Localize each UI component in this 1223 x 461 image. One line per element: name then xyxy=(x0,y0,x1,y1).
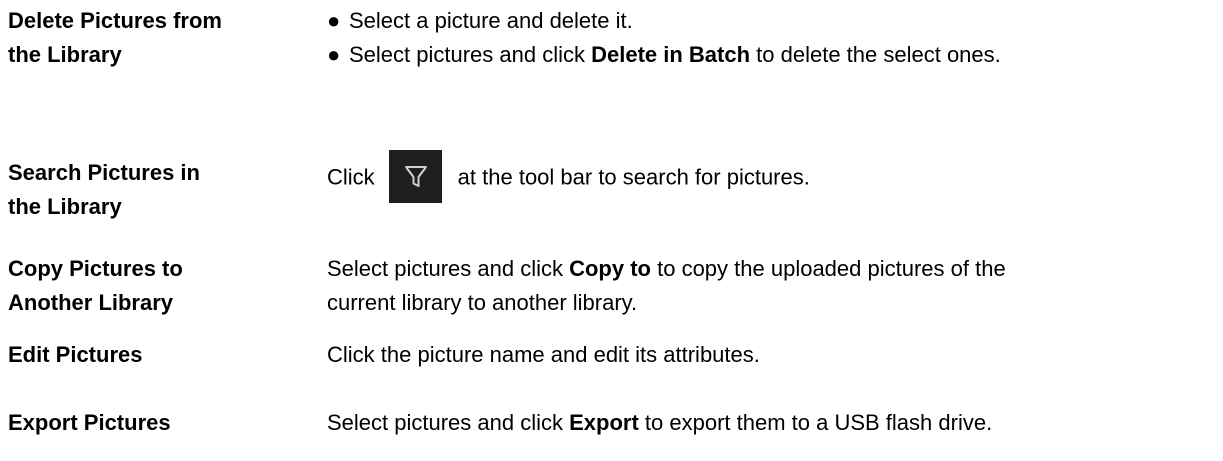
bullet-text-post: to delete the select ones. xyxy=(750,42,1001,67)
row-description: Click the picture name and edit its attr… xyxy=(327,342,760,367)
row-description: Click at the tool bar to search for pictu… xyxy=(327,150,1217,205)
bullet-icon: ● xyxy=(327,42,341,67)
description-line: current library to another library. xyxy=(327,290,638,315)
label-line: Another Library xyxy=(8,290,174,315)
description-line: Click at the tool bar to search for pictu… xyxy=(327,150,1217,205)
row-description: ● Select a picture and delete it. ● Select… xyxy=(327,4,1217,72)
description-bold: Export xyxy=(569,410,639,435)
row-label: Search Pictures in the Library xyxy=(8,156,298,224)
description-post: to copy the uploaded pictures of the xyxy=(651,256,1006,281)
row-description: Select pictures and click Export to expo… xyxy=(327,406,1217,440)
description-post: at the tool bar to search for pictures. xyxy=(457,164,810,190)
label-line: Copy Pictures to xyxy=(8,256,183,281)
bullet-item: ● Select a picture and delete it. xyxy=(327,4,1217,38)
description-line: Select pictures and click Copy to to cop… xyxy=(327,252,1217,286)
description-pre: Click xyxy=(327,164,375,190)
description-pre: Select pictures and click xyxy=(327,410,570,435)
description-bold: Copy to xyxy=(569,256,651,281)
label-line: Delete Pictures from xyxy=(8,8,222,33)
row-label: Delete Pictures from the Library xyxy=(8,4,298,72)
row-label: Copy Pictures to Another Library xyxy=(8,252,298,320)
row-description: Select pictures and click Copy to to cop… xyxy=(327,252,1217,320)
bullet-icon: ● xyxy=(327,8,341,33)
description-line: Select pictures and click Export to expo… xyxy=(327,406,1217,440)
bullet-item: ● Select pictures and click Delete in Bat… xyxy=(327,38,1217,72)
filter-icon[interactable] xyxy=(388,150,442,203)
label-line: the Library xyxy=(8,194,122,219)
bullet-text: Select a picture and delete it. xyxy=(349,8,633,33)
label-line: Search Pictures in xyxy=(8,160,200,185)
bullet-text-pre: Select pictures and click xyxy=(349,42,592,67)
description-pre: Select pictures and click xyxy=(327,256,570,281)
row-label: Edit Pictures xyxy=(8,342,143,367)
row-label: Export Pictures xyxy=(8,410,171,435)
bullet-text-bold: Delete in Batch xyxy=(591,42,751,67)
label-line: the Library xyxy=(8,42,122,67)
description-post: to export them to a USB flash drive. xyxy=(638,410,993,435)
